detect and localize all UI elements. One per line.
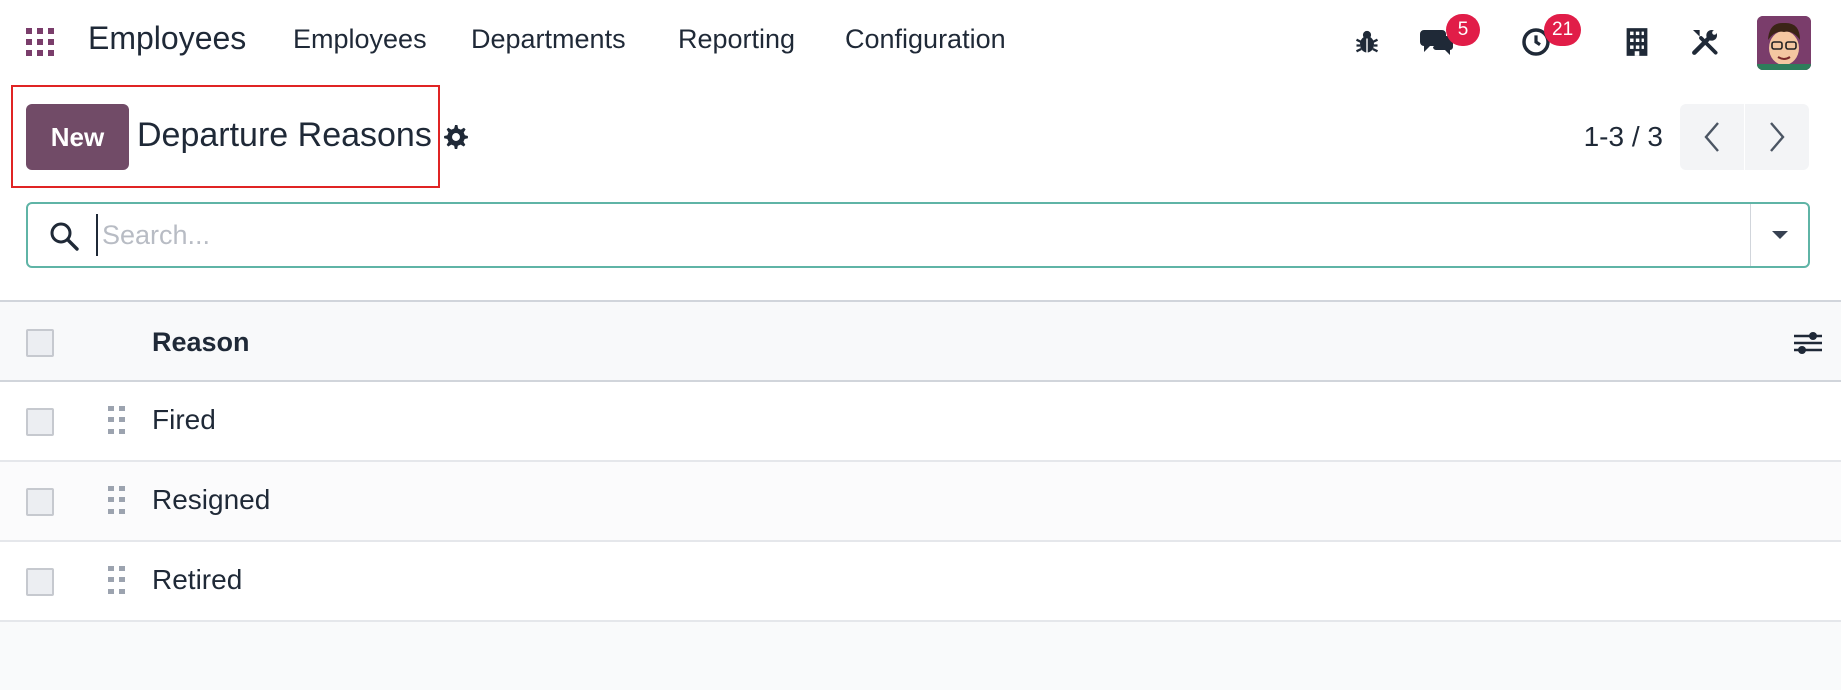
app-brand[interactable]: Employees bbox=[88, 20, 246, 57]
top-navbar: Employees Employees Departments Reportin… bbox=[0, 0, 1841, 84]
messages-badge: 5 bbox=[1446, 14, 1480, 46]
menu-item-departments[interactable]: Departments bbox=[471, 24, 626, 55]
reasons-table: Reason Fired Resigned Retired bbox=[0, 300, 1841, 622]
search-icon bbox=[48, 220, 82, 254]
row-checkbox[interactable] bbox=[26, 568, 54, 596]
cell-reason[interactable]: Retired bbox=[152, 564, 242, 596]
chevron-right-icon bbox=[1770, 122, 1785, 152]
table-row[interactable]: Fired bbox=[0, 382, 1841, 462]
activities-badge: 21 bbox=[1544, 14, 1582, 46]
drag-handle-icon[interactable] bbox=[108, 486, 126, 516]
apps-grid-icon[interactable] bbox=[26, 28, 54, 56]
table-header: Reason bbox=[0, 300, 1841, 382]
search-bar bbox=[26, 202, 1810, 268]
menu-item-configuration[interactable]: Configuration bbox=[845, 24, 1006, 55]
menu-item-reporting[interactable]: Reporting bbox=[678, 24, 795, 55]
chevron-left-icon bbox=[1704, 122, 1719, 152]
gear-icon[interactable] bbox=[442, 123, 472, 153]
drag-handle-icon[interactable] bbox=[108, 566, 126, 596]
pager-value[interactable]: 1-3 / 3 bbox=[1584, 121, 1663, 153]
column-header-reason[interactable]: Reason bbox=[152, 327, 250, 358]
building-icon[interactable] bbox=[1617, 22, 1657, 62]
row-checkbox[interactable] bbox=[26, 408, 54, 436]
tools-icon[interactable] bbox=[1685, 22, 1725, 62]
clock-icon[interactable]: 21 bbox=[1516, 14, 1582, 62]
chat-icon[interactable]: 5 bbox=[1416, 14, 1480, 62]
select-all-checkbox[interactable] bbox=[26, 329, 54, 357]
row-checkbox[interactable] bbox=[26, 488, 54, 516]
page-title: Departure Reasons bbox=[137, 116, 432, 154]
search-input[interactable] bbox=[96, 214, 1696, 256]
pager-previous-button[interactable] bbox=[1680, 104, 1744, 170]
user-avatar[interactable] bbox=[1757, 16, 1811, 70]
search-options-toggle[interactable] bbox=[1750, 204, 1808, 266]
caret-down-icon bbox=[1771, 231, 1788, 239]
pager-next-button[interactable] bbox=[1745, 104, 1809, 170]
table-row[interactable]: Retired bbox=[0, 542, 1841, 622]
bug-icon[interactable] bbox=[1347, 22, 1387, 62]
new-button[interactable]: New bbox=[26, 104, 129, 170]
cell-reason[interactable]: Resigned bbox=[152, 484, 270, 516]
table-row[interactable]: Resigned bbox=[0, 462, 1841, 542]
drag-handle-icon[interactable] bbox=[108, 406, 126, 436]
optional-columns-icon[interactable] bbox=[1793, 328, 1823, 358]
empty-list-area bbox=[0, 622, 1841, 690]
menu-item-employees[interactable]: Employees bbox=[293, 24, 427, 55]
cell-reason[interactable]: Fired bbox=[152, 404, 216, 436]
